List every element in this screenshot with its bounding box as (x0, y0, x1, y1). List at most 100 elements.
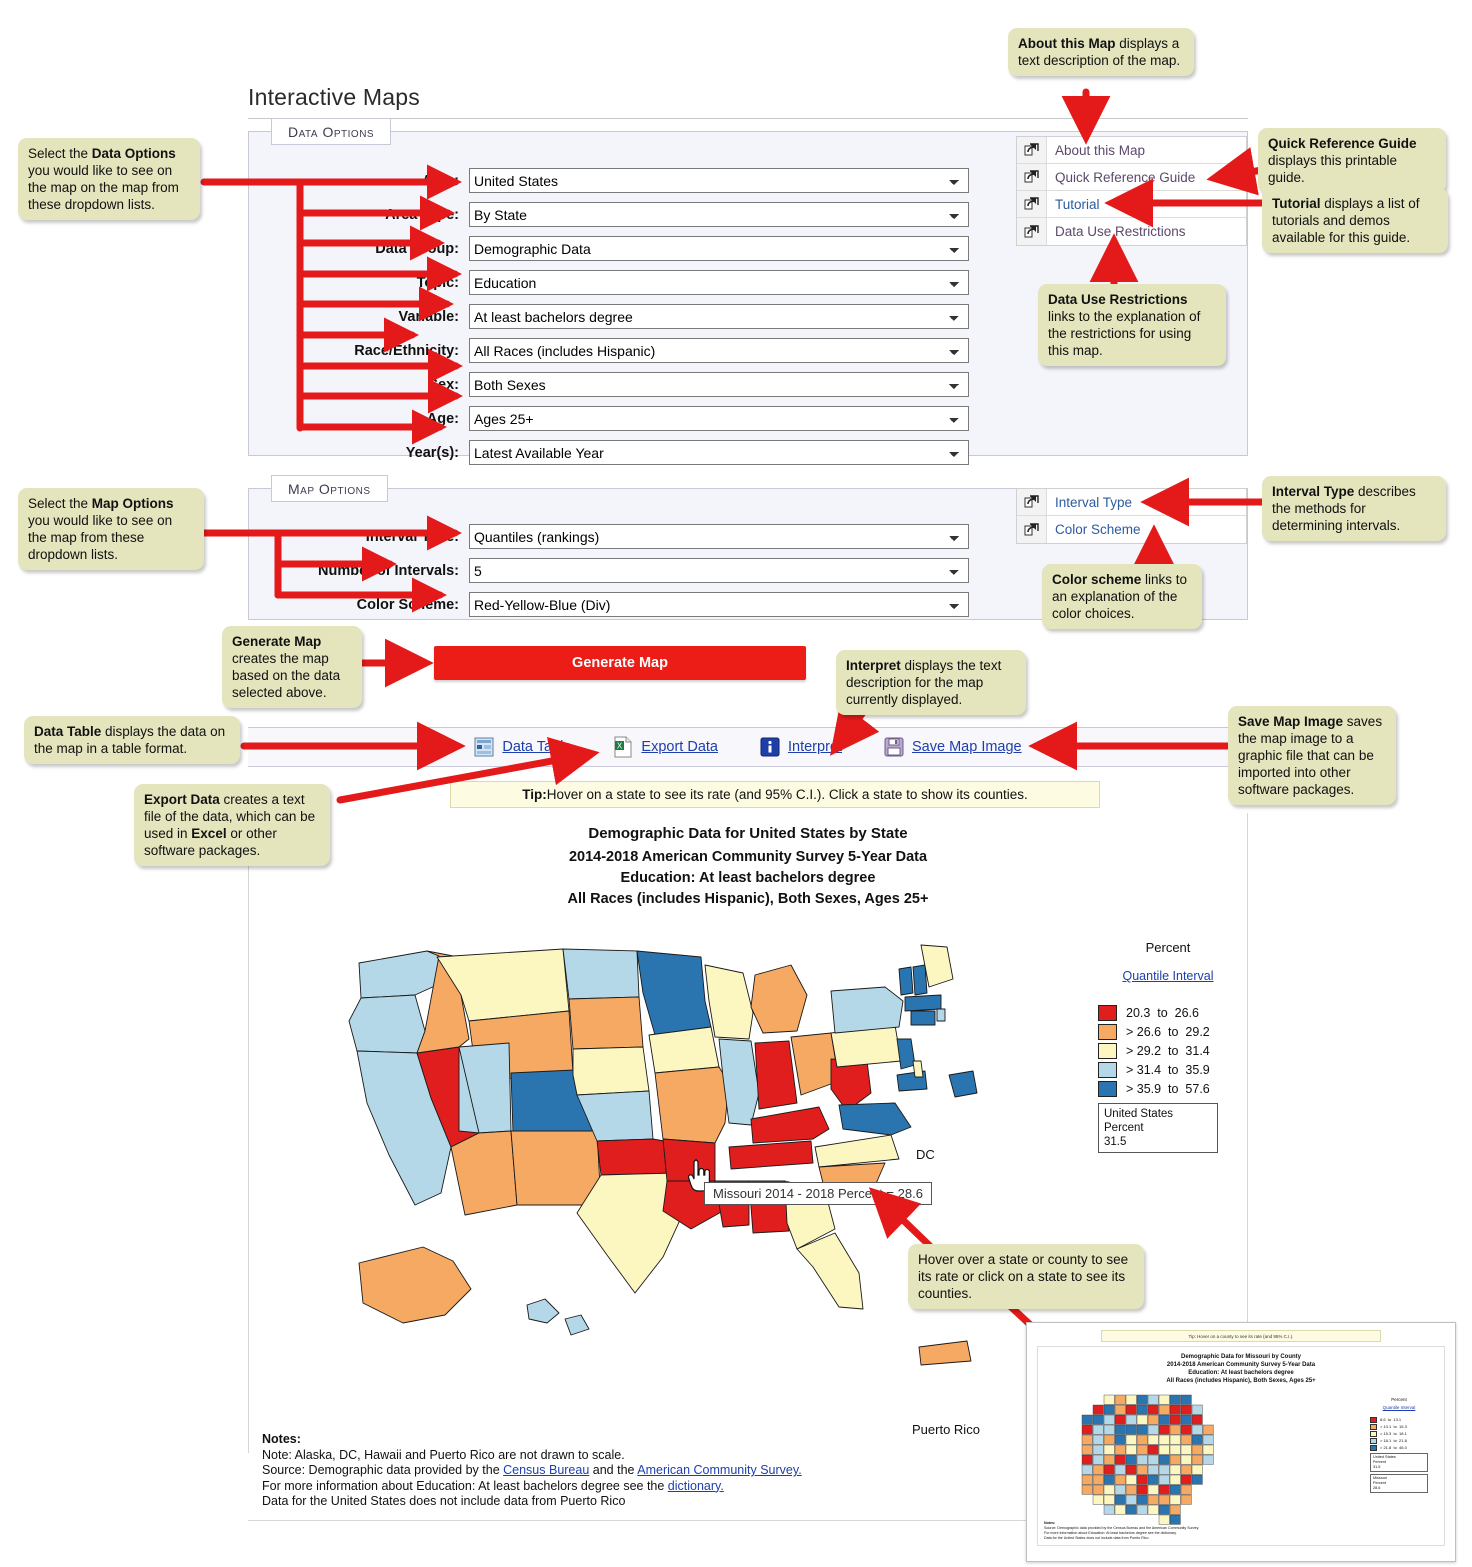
county-cell[interactable] (1191, 1414, 1203, 1425)
help-link-label[interactable]: Color Scheme (1047, 522, 1141, 537)
county-cell[interactable] (1147, 1474, 1159, 1485)
county-cell[interactable] (1114, 1484, 1126, 1495)
county-cell[interactable] (1180, 1474, 1192, 1485)
toolbar-label[interactable]: Save Map Image (912, 739, 1022, 755)
county-cell[interactable] (1081, 1434, 1093, 1445)
county-cell[interactable] (1125, 1444, 1137, 1455)
county-cell[interactable] (1202, 1434, 1214, 1445)
county-cell[interactable] (1158, 1444, 1170, 1455)
county-cell[interactable] (1180, 1444, 1192, 1455)
data-option-select[interactable]: At least bachelors degree (469, 304, 969, 329)
county-cell[interactable] (1136, 1434, 1148, 1445)
county-cell[interactable] (1158, 1464, 1170, 1475)
help-link-row[interactable]: About this Map (1017, 137, 1246, 164)
county-cell[interactable] (1103, 1454, 1115, 1465)
county-cell[interactable] (1125, 1454, 1137, 1465)
county-cell[interactable] (1180, 1464, 1192, 1475)
map-option-select[interactable]: 5 (469, 558, 969, 583)
county-cell[interactable] (1103, 1434, 1115, 1445)
toolbar-export-data[interactable]: X Export Data (613, 736, 718, 758)
county-cell[interactable] (1147, 1424, 1159, 1435)
help-link-label[interactable]: Quick Reference Guide (1047, 170, 1195, 185)
county-cell[interactable] (1136, 1394, 1148, 1405)
county-cell[interactable] (1180, 1394, 1192, 1405)
toolbar-interpret[interactable]: Interpret (760, 737, 842, 757)
county-cell[interactable] (1169, 1404, 1181, 1415)
county-cell[interactable] (1147, 1464, 1159, 1475)
legend-interval-link[interactable]: Quantile Interval (1098, 969, 1238, 983)
toolbar-label[interactable]: Interpret (788, 739, 842, 755)
county-cell[interactable] (1136, 1484, 1148, 1495)
county-cell[interactable] (1092, 1494, 1104, 1505)
county-cell[interactable] (1136, 1494, 1148, 1505)
county-cell[interactable] (1169, 1504, 1181, 1515)
help-link-label[interactable]: Interval Type (1047, 495, 1132, 510)
county-cell[interactable] (1136, 1424, 1148, 1435)
county-cell[interactable] (1169, 1494, 1181, 1505)
county-cell[interactable] (1114, 1424, 1126, 1435)
county-cell[interactable] (1114, 1444, 1126, 1455)
dictionary-link[interactable]: dictionary. (668, 1479, 724, 1493)
county-cell[interactable] (1114, 1404, 1126, 1415)
data-option-select[interactable]: Ages 25+ (469, 406, 969, 431)
county-cell[interactable] (1114, 1394, 1126, 1405)
county-cell[interactable] (1092, 1444, 1104, 1455)
county-cell[interactable] (1158, 1434, 1170, 1445)
county-cell[interactable] (1114, 1454, 1126, 1465)
county-cell[interactable] (1136, 1454, 1148, 1465)
county-cell[interactable] (1202, 1444, 1214, 1455)
toolbar-save-map-image[interactable]: Save Map Image (884, 737, 1022, 757)
help-link-row[interactable]: Quick Reference Guide (1017, 164, 1246, 191)
county-cell[interactable] (1158, 1494, 1170, 1505)
county-cell[interactable] (1158, 1424, 1170, 1435)
county-cell[interactable] (1169, 1454, 1181, 1465)
county-cell[interactable] (1191, 1464, 1203, 1475)
county-cell[interactable] (1114, 1504, 1126, 1515)
county-cell[interactable] (1147, 1414, 1159, 1425)
data-option-select[interactable]: United States (469, 168, 969, 193)
county-cell[interactable] (1147, 1394, 1159, 1405)
county-cell[interactable] (1147, 1484, 1159, 1495)
help-link-label[interactable]: About this Map (1047, 143, 1145, 158)
county-cell[interactable] (1114, 1464, 1126, 1475)
county-cell[interactable] (1081, 1444, 1093, 1455)
help-link-row[interactable]: Color Scheme (1017, 516, 1246, 543)
acs-link[interactable]: American Community Survey. (637, 1463, 801, 1477)
county-cell[interactable] (1158, 1504, 1170, 1515)
county-cell[interactable] (1092, 1434, 1104, 1445)
county-cell[interactable] (1158, 1404, 1170, 1415)
county-cell[interactable] (1136, 1504, 1148, 1515)
county-cell[interactable] (1191, 1444, 1203, 1455)
county-cell[interactable] (1092, 1454, 1104, 1465)
county-cell[interactable] (1191, 1454, 1203, 1465)
county-cell[interactable] (1092, 1424, 1104, 1435)
county-cell[interactable] (1125, 1504, 1137, 1515)
county-cell[interactable] (1092, 1404, 1104, 1415)
county-cell[interactable] (1092, 1414, 1104, 1425)
county-cell[interactable] (1114, 1434, 1126, 1445)
county-cell[interactable] (1158, 1414, 1170, 1425)
county-cell[interactable] (1081, 1464, 1093, 1475)
county-cell[interactable] (1169, 1444, 1181, 1455)
county-cell[interactable] (1147, 1434, 1159, 1445)
county-cell[interactable] (1114, 1494, 1126, 1505)
county-cell[interactable] (1180, 1404, 1192, 1415)
county-cell[interactable] (1147, 1404, 1159, 1415)
county-cell[interactable] (1103, 1464, 1115, 1475)
data-option-select[interactable]: By State (469, 202, 969, 227)
county-cell[interactable] (1202, 1424, 1214, 1435)
county-cell[interactable] (1169, 1414, 1181, 1425)
county-cell[interactable] (1081, 1484, 1093, 1495)
county-cell[interactable] (1169, 1394, 1181, 1405)
toolbar-label[interactable]: Export Data (641, 739, 718, 755)
county-cell[interactable] (1092, 1474, 1104, 1485)
county-cell[interactable] (1125, 1424, 1137, 1435)
county-cell[interactable] (1180, 1424, 1192, 1435)
county-cell[interactable] (1092, 1484, 1104, 1495)
help-link-row[interactable]: Data Use Restrictions (1017, 218, 1246, 245)
county-cell[interactable] (1125, 1494, 1137, 1505)
county-cell[interactable] (1125, 1474, 1137, 1485)
county-cell[interactable] (1125, 1404, 1137, 1415)
county-cell[interactable] (1103, 1474, 1115, 1485)
data-option-select[interactable]: Both Sexes (469, 372, 969, 397)
